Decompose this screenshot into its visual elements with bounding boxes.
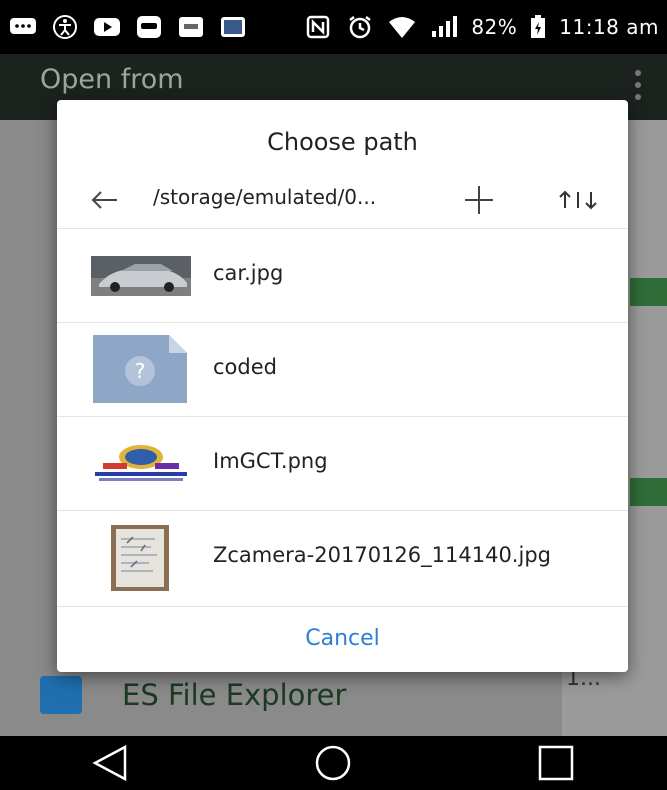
signal-icon [429,14,459,40]
navigation-bar [0,736,667,790]
current-path: /storage/emulated/0... [153,185,377,209]
choose-path-dialog: Choose path /storage/emulated/0... car.j… [57,100,628,672]
youtube-icon [92,14,122,40]
alarm-icon [345,14,375,40]
file-name: Zcamera-20170126_114140.jpg [213,543,551,567]
overflow-menu-icon [635,70,641,100]
background-title: Open from [40,64,184,95]
bible-app-icon [218,14,248,40]
file-name: coded [213,355,277,379]
wifi-icon [387,14,417,40]
file-name: car.jpg [213,261,284,285]
dialog-title: Choose path [267,128,418,156]
background-row-label: ES File Explorer [122,678,347,712]
recents-nav-icon[interactable] [526,741,586,785]
file-row-zcamera-jpg[interactable]: Zcamera-20170126_114140.jpg [57,510,628,604]
file-row-imgct-png[interactable]: ImGCT.png [57,416,628,510]
crystal-logo-thumbnail [89,443,193,485]
battery-icon [529,14,547,40]
svg-text:?: ? [135,359,146,383]
clock: 11:18 am [559,15,659,39]
file-list: car.jpg ? coded ImGCT.png Zcamera-201701… [57,228,628,604]
message-icon [8,14,38,40]
battery-level: 82% [471,15,518,39]
home-nav-icon[interactable] [303,741,363,785]
paper-photo-thumbnail [111,525,169,591]
file-row-coded[interactable]: ? coded [57,322,628,416]
add-folder-icon[interactable] [461,182,497,218]
back-arrow-icon[interactable] [87,182,123,218]
nfc-icon [303,14,333,40]
app-icon [134,14,164,40]
path-bar: /storage/emulated/0... [57,172,628,228]
bible-icon [176,14,206,40]
file-name: ImGCT.png [213,449,328,473]
status-bar: 82% 11:18 am [0,0,667,54]
car-photo-thumbnail [91,256,191,296]
file-row-car-jpg[interactable]: car.jpg [57,228,628,322]
cancel-button[interactable]: Cancel [57,606,628,672]
back-nav-icon[interactable] [81,741,141,785]
accessibility-icon [50,14,80,40]
sort-icon[interactable] [557,182,599,218]
unknown-file-icon: ? [93,335,187,403]
es-file-explorer-icon [40,676,82,714]
